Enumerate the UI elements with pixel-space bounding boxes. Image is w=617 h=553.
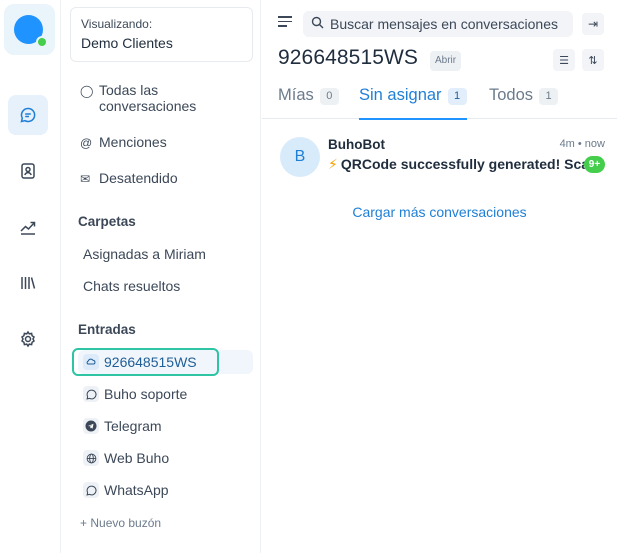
tab-mine[interactable]: Mías 0 xyxy=(278,86,339,119)
primary-sidebar xyxy=(0,0,61,553)
tab-label: Sin asignar xyxy=(359,86,442,104)
search-box[interactable] xyxy=(303,11,573,37)
search-icon xyxy=(311,16,324,32)
message-preview: ⚡ QRCode successfully generated! Scan xyxy=(328,156,586,173)
conversations-nav-button[interactable] xyxy=(8,95,48,135)
tab-unassigned[interactable]: Sin asignar 1 xyxy=(359,86,467,120)
library-icon xyxy=(21,277,36,289)
settings-nav-button[interactable] xyxy=(8,319,48,359)
arrow-right-bar-icon: ⇥ xyxy=(587,17,599,31)
nav-mentions-label: Menciones xyxy=(99,134,167,150)
load-more-button[interactable]: Cargar más conversaciones xyxy=(262,204,617,220)
tab-label: Todos xyxy=(489,86,534,104)
tab-count: 0 xyxy=(319,88,339,105)
folders-section-title: Carpetas xyxy=(78,214,136,229)
page-title: 926648515WS xyxy=(278,46,419,69)
inbox-label: Web Buho xyxy=(104,450,170,466)
account-label: Visualizando: xyxy=(81,17,153,31)
list-toolbar: ⇥ xyxy=(262,0,617,44)
tab-count: 1 xyxy=(447,88,467,105)
chat-icon xyxy=(20,107,36,123)
mail-icon: ✉ xyxy=(80,172,91,186)
conversation-list-panel: ⇥ 926648515WS Abrir ☰ ⇅ Mías 0 Sin asign… xyxy=(262,0,617,553)
assignee-tabs: Mías 0 Sin asignar 1 Todos 1 xyxy=(262,78,617,120)
sort-button[interactable]: ⇅ xyxy=(582,49,604,71)
inbox-label: WhatsApp xyxy=(104,482,169,498)
whatsapp-icon xyxy=(83,482,99,498)
status-filter-chip[interactable]: Abrir xyxy=(430,51,462,71)
reports-nav-button[interactable] xyxy=(8,207,48,247)
preview-text: QRCode successfully generated! Scan xyxy=(340,156,586,172)
whatsapp-icon xyxy=(83,386,99,402)
filter-button[interactable]: ☰ xyxy=(553,49,575,71)
online-status-dot xyxy=(36,36,48,48)
settings-icon xyxy=(21,330,35,348)
telegram-icon xyxy=(83,418,99,434)
nav-unattended[interactable]: ✉ Desatendido xyxy=(80,170,178,188)
tab-label: Mías xyxy=(278,86,314,104)
filter-icon: ☰ xyxy=(559,54,569,67)
at-sign-icon: @ xyxy=(80,136,93,150)
reports-icon xyxy=(20,221,36,235)
collapse-panel-button[interactable]: ⇥ xyxy=(582,13,604,35)
library-nav-button[interactable] xyxy=(8,263,48,303)
contacts-icon xyxy=(21,163,35,179)
menu-icon[interactable] xyxy=(278,16,292,28)
new-inbox-label: Nuevo buzón xyxy=(90,516,162,530)
inbox-item-web-buho[interactable]: Web Buho xyxy=(78,446,253,470)
sender-name: BuhoBot xyxy=(328,137,385,152)
contacts-nav-button[interactable] xyxy=(8,151,48,191)
plus-icon: + xyxy=(80,516,88,530)
globe-icon xyxy=(83,450,99,466)
inbox-item-telegram[interactable]: Telegram xyxy=(78,414,253,438)
inbox-label: Buho soporte xyxy=(104,386,188,402)
nav-all-label-line2: conversaciones xyxy=(99,98,197,114)
folder-item-resolved[interactable]: Chats resueltos xyxy=(83,278,180,294)
avatar: B xyxy=(280,137,320,177)
inbox-label: Telegram xyxy=(104,418,162,434)
inbox-item-buho-soporte[interactable]: Buho soporte xyxy=(78,382,253,406)
inbox-item-whatsapp[interactable]: WhatsApp xyxy=(78,478,253,502)
account-name: Demo Clientes xyxy=(81,35,173,51)
account-logo[interactable] xyxy=(4,4,55,55)
inboxes-section-title: Entradas xyxy=(78,322,136,337)
conversation-card[interactable]: B BuhoBot 4m • now ⚡ QRCode successfully … xyxy=(262,119,617,197)
message-time: 4m • now xyxy=(559,138,605,150)
nav-all-conversations[interactable]: ◯ Todas las conversaciones xyxy=(80,82,196,114)
tab-count: 1 xyxy=(539,88,559,105)
search-input[interactable] xyxy=(330,16,570,32)
account-switcher[interactable]: Visualizando: Demo Clientes xyxy=(70,7,253,62)
sort-icon: ⇅ xyxy=(588,54,598,67)
folder-item-assigned[interactable]: Asignadas a Miriam xyxy=(83,246,206,262)
nav-mentions[interactable]: @ Menciones xyxy=(80,134,167,152)
new-inbox-button[interactable]: + Nuevo buzón xyxy=(80,516,161,530)
chat-icon: ◯ xyxy=(80,84,94,98)
lightning-icon: ⚡ xyxy=(328,156,338,172)
tab-all[interactable]: Todos 1 xyxy=(489,86,559,119)
nav-unattended-label: Desatendido xyxy=(99,170,178,186)
unread-count-badge: 9+ xyxy=(584,156,605,173)
nav-all-label-line1: Todas las xyxy=(99,82,159,98)
active-inbox-outline xyxy=(72,348,219,376)
secondary-sidebar: Visualizando: Demo Clientes ◯ Todas las … xyxy=(61,0,261,553)
